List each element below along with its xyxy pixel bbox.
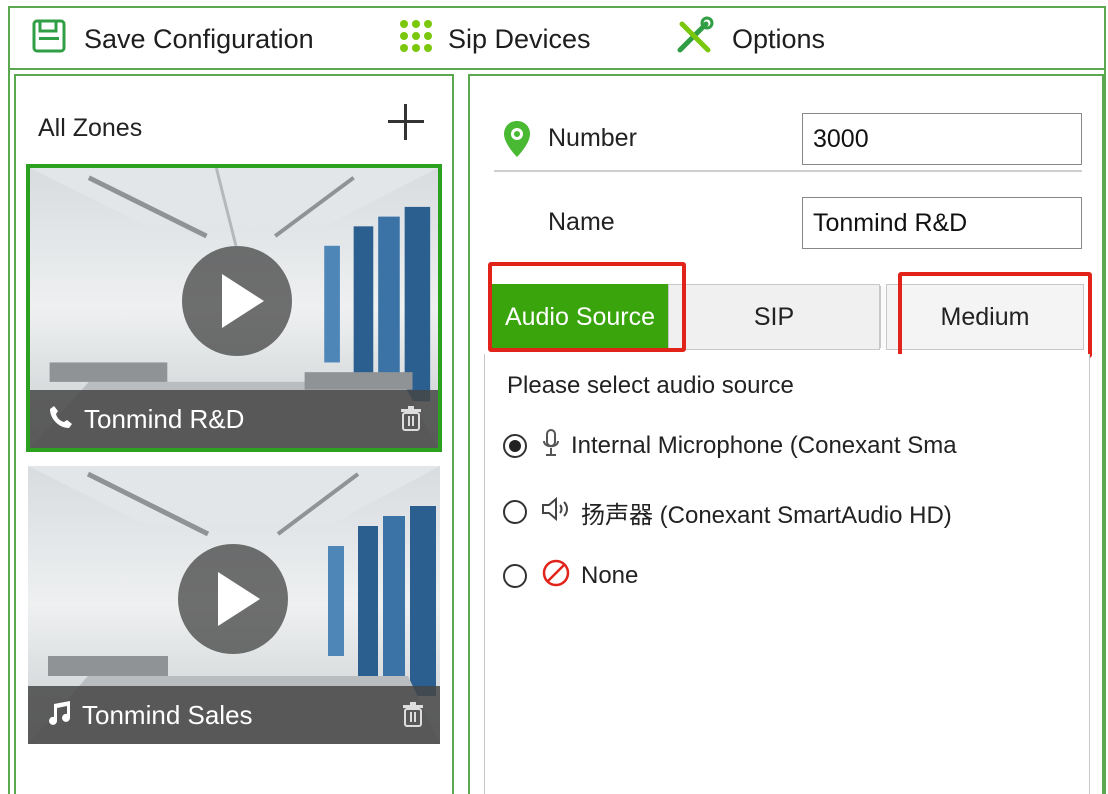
audio-source-panel: Please select audio source Internal Micr… bbox=[484, 354, 1090, 794]
audio-option-microphone[interactable]: Internal Microphone (Conexant Sma bbox=[503, 426, 1083, 466]
zones-title: All Zones bbox=[38, 114, 143, 142]
number-field[interactable] bbox=[802, 113, 1082, 165]
grid-icon bbox=[398, 18, 434, 61]
phone-icon bbox=[48, 404, 74, 435]
name-row: Name bbox=[470, 194, 1100, 254]
play-button[interactable] bbox=[182, 246, 292, 356]
zone-detail-panel: Number Name Audio Source SIP Medium Plea… bbox=[468, 74, 1104, 794]
tab-sip[interactable]: SIP bbox=[668, 284, 880, 350]
tab-audio-source[interactable]: Audio Source bbox=[492, 284, 668, 350]
location-pin-icon bbox=[502, 120, 532, 163]
radio-button[interactable] bbox=[503, 434, 527, 458]
audio-option-label: Internal Microphone (Conexant Sma bbox=[571, 432, 957, 459]
save-configuration-button[interactable]: Save Configuration bbox=[32, 8, 314, 70]
zone-name: Tonmind Sales bbox=[82, 699, 253, 730]
audio-option-speaker[interactable]: 扬声器 (Conexant SmartAudio HD) bbox=[503, 492, 1083, 532]
zone-label-bar: Tonmind Sales bbox=[28, 686, 440, 744]
speaker-icon bbox=[541, 496, 571, 529]
sip-devices-button[interactable]: Sip Devices bbox=[398, 8, 591, 70]
zone-card-tonmind-rd[interactable]: Tonmind R&D bbox=[26, 164, 442, 452]
sip-devices-label: Sip Devices bbox=[448, 23, 591, 54]
zone-name: Tonmind R&D bbox=[84, 403, 245, 434]
zone-label-bar: Tonmind R&D bbox=[30, 390, 438, 448]
zone-card-tonmind-sales[interactable]: Tonmind Sales bbox=[28, 466, 440, 744]
plus-icon[interactable] bbox=[386, 102, 426, 142]
audio-option-label: None bbox=[581, 562, 639, 589]
radio-button[interactable] bbox=[503, 564, 527, 588]
save-icon bbox=[32, 19, 66, 60]
music-note-icon bbox=[46, 700, 72, 731]
toolbar: Save Configuration Sip Devices Options bbox=[10, 8, 1104, 70]
zones-panel: All Zones Tonmind R&D Tonmind Sales bbox=[14, 74, 454, 794]
name-label: Name bbox=[548, 208, 615, 236]
tools-icon bbox=[674, 16, 714, 63]
play-button[interactable] bbox=[178, 544, 288, 654]
audio-source-prompt: Please select audio source bbox=[507, 372, 794, 399]
detail-tabs: Audio Source SIP Medium bbox=[488, 262, 1092, 358]
tab-medium[interactable]: Medium bbox=[886, 284, 1084, 350]
none-icon bbox=[541, 558, 571, 595]
number-row: Number bbox=[470, 110, 1100, 172]
number-label: Number bbox=[548, 124, 637, 152]
trash-icon[interactable] bbox=[402, 701, 424, 732]
options-button[interactable]: Options bbox=[674, 8, 825, 70]
microphone-icon bbox=[541, 428, 561, 465]
trash-icon[interactable] bbox=[400, 405, 422, 436]
audio-option-none[interactable]: None bbox=[503, 556, 1083, 596]
options-label: Options bbox=[732, 23, 826, 54]
name-field[interactable] bbox=[802, 197, 1082, 249]
audio-option-label: 扬声器 (Conexant SmartAudio HD) bbox=[581, 501, 952, 529]
save-configuration-label: Save Configuration bbox=[84, 23, 314, 54]
radio-button[interactable] bbox=[503, 500, 527, 524]
